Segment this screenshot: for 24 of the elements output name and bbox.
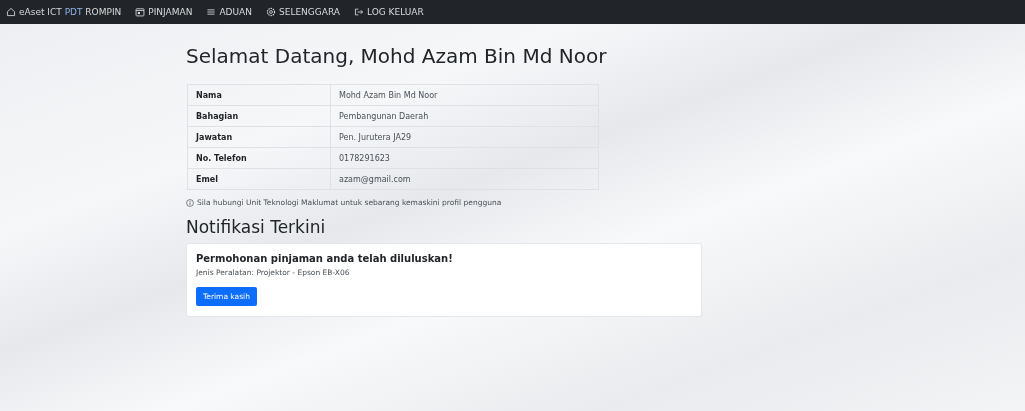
table-cell: Jawatan — [187, 126, 331, 148]
table-cell: Pembangunan Daerah — [330, 105, 599, 127]
list-icon — [206, 7, 217, 17]
home-icon — [6, 7, 16, 17]
settings-icon — [266, 7, 276, 17]
table-cell: 0178291623 — [330, 147, 599, 169]
table-cell: Emel — [187, 168, 331, 190]
nav-link[interactable]: PINJAMAN — [135, 7, 193, 17]
table-cell: azam@gmail.com — [330, 168, 599, 190]
logout-icon — [353, 7, 364, 17]
brand-link[interactable]: eAset ICT PDT ROMPIN — [6, 7, 122, 17]
section-heading: Notifikasi Terkini — [186, 217, 327, 237]
table-cell: Nama — [187, 84, 331, 106]
welcome-heading: Selamat Datang, Mohd Azam Bin Md Noor — [186, 44, 608, 68]
nav-link[interactable]: LOG KELUAR — [353, 7, 424, 17]
calendar-icon — [135, 7, 146, 17]
table-cell: Pen. Jurutera JA29 — [330, 126, 599, 148]
info-icon — [186, 198, 194, 207]
table-cell: Bahagian — [187, 105, 331, 127]
notification-title: Permohonan pinjaman anda telah diluluskan! — [196, 253, 454, 264]
nav-link[interactable]: ADUAN — [206, 7, 252, 17]
nav-link[interactable]: SELENGGARA — [266, 7, 340, 17]
table-cell: Mohd Azam Bin Md Noor — [330, 84, 599, 106]
table-cell: No. Telefon — [187, 147, 331, 169]
